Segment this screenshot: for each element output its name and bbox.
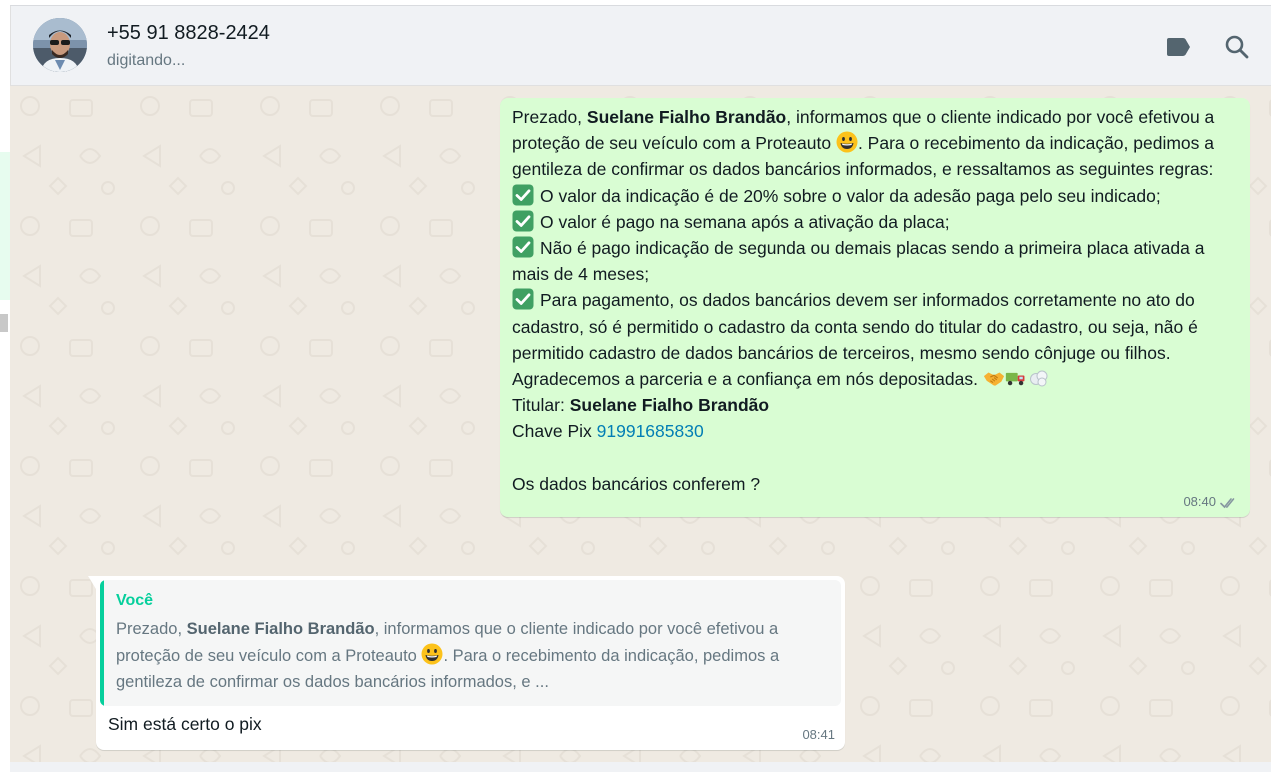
question-line: Os dados bancários conferem ? [512,473,761,494]
message-time: 08:41 [802,727,835,742]
intro-prefix: Prezado, [512,107,587,127]
pix-key-link[interactable]: 91991685830 [597,421,704,441]
check-mark-icon [512,288,534,310]
grinning-face-emoji [836,131,858,153]
check-mark-icon [512,210,534,232]
intro-name: Suelane Fialho Brandão [586,107,787,127]
search-icon[interactable] [1222,32,1252,62]
pix-line: Chave Pix 91991685830 [512,421,704,442]
avatar-photo [33,18,87,72]
bubble-tail [88,576,96,589]
chat-area[interactable]: Prezado, Suelane Fialho Brandão, informa… [10,86,1271,762]
left-panel-scroll-marker [0,314,8,332]
avatar[interactable] [33,18,87,72]
check-mark-icon [512,236,534,258]
rule-1: O valor da indicação é de 20% sobre o va… [512,183,1238,209]
outgoing-message-bubble[interactable]: Prezado, Suelane Fialho Brandão, informa… [500,98,1250,517]
quote-text: Prezado, Suelane Fialho Brandão, informa… [116,620,780,691]
typing-status: digitando... [107,52,186,69]
composer-bar-edge [10,762,1271,772]
message-time: 08:40 [1183,493,1216,509]
grinning-face-emoji [421,643,443,664]
message-intro: Prezado, Suelane Fialho Brandão, informa… [512,104,1238,183]
incoming-message-bubble[interactable]: Você Prezado, Suelane Fialho Brandão, in… [88,576,845,750]
incoming-message-text: Sim está certo o pix [108,714,262,734]
rule-2: O valor é pago na semana após a ativação… [512,209,1238,235]
chat-header[interactable]: +55 91 8828-2424 digitando... [10,6,1271,86]
check-mark-icon [512,184,534,206]
contact-name[interactable]: +55 91 8828-2424 [107,22,270,45]
quote-accent-bar [100,580,104,706]
holder-line: Titular: Suelane Fialho Brandão [512,395,770,416]
quote-author: Você [116,592,154,609]
handshake-emoji [983,372,1004,386]
thanks-line: Agradecemos a parceria e a confiança em … [512,366,1238,392]
message-meta: 08:40 [512,493,1238,509]
rule-4: Para pagamento, os dados bancários devem… [512,288,1198,363]
dash-emoji [1029,370,1048,387]
double-check-read-icon [1220,498,1235,509]
left-panel-highlight [0,152,10,300]
truck-emoji [1005,372,1025,386]
label-icon[interactable] [1163,32,1193,62]
quoted-message[interactable]: Você Prezado, Suelane Fialho Brandão, in… [100,580,841,706]
left-panel-edge [0,0,10,772]
rule-3: Não é pago indicação de segunda ou demai… [512,236,1205,285]
